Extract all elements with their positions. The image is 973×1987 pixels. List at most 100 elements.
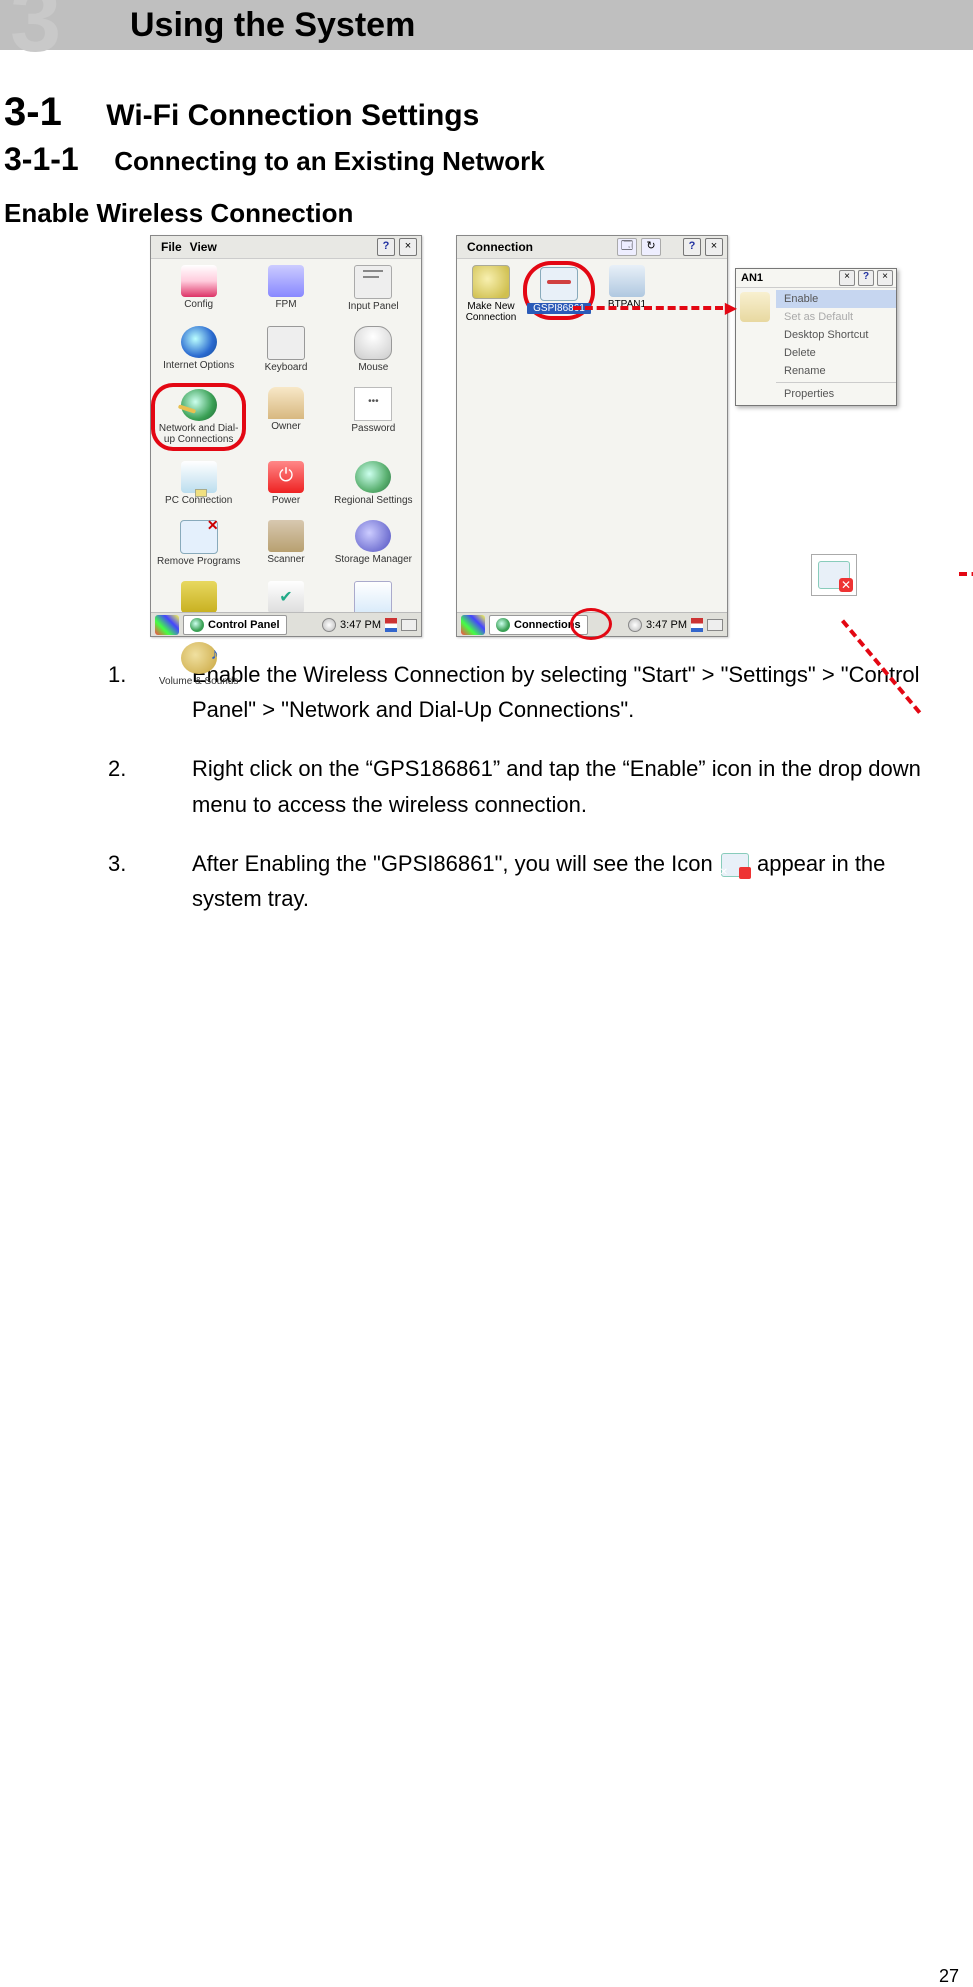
page-number: 27: [939, 1966, 959, 1987]
config-icon: [181, 265, 217, 297]
cp-owner[interactable]: Owner: [242, 387, 329, 447]
cp-label: Mouse: [358, 362, 388, 373]
owner-icon: [268, 387, 304, 419]
scanner-icon: [268, 520, 304, 552]
step-text: Enable the Wireless Connection by select…: [192, 662, 920, 722]
cp-label: Keyboard: [265, 362, 308, 373]
keyboard-icon: [267, 326, 305, 360]
ctx-close-icon[interactable]: ×: [839, 270, 855, 286]
sip-icon[interactable]: [401, 619, 417, 631]
subsection-title: Connecting to an Existing Network: [114, 146, 544, 176]
cp-power[interactable]: Power: [242, 461, 329, 506]
world-icon: [190, 618, 204, 632]
subsection-number: 3-1-1: [4, 141, 79, 177]
ctx-rename[interactable]: Rename: [776, 362, 896, 380]
btpan-icon: [609, 265, 645, 297]
password-icon: [354, 387, 392, 421]
close-icon[interactable]: ×: [399, 238, 417, 256]
subsection-heading: 3-1-1 Connecting to an Existing Network: [0, 141, 973, 178]
taskbar: Control Panel 3:47 PM: [151, 612, 421, 636]
section-number: 3-1: [4, 90, 62, 134]
make-new-connection[interactable]: Make New Connection: [461, 265, 521, 323]
ctx-conn-icon: [740, 292, 770, 322]
cp-storage[interactable]: Storage Manager: [330, 520, 417, 567]
cp-fpm[interactable]: FPM: [242, 265, 329, 312]
network-icon: [181, 389, 217, 421]
help-icon[interactable]: ?: [683, 238, 701, 256]
ctx-close-icon2[interactable]: ×: [877, 270, 893, 286]
cp-label: Storage Manager: [335, 554, 412, 565]
taskbar: Connections 3:47 PM: [457, 612, 727, 636]
toolbar-icon[interactable]: ↻: [641, 238, 661, 256]
task-manager-icon: [354, 581, 392, 615]
btpan-connection[interactable]: BTPAN1: [597, 265, 657, 310]
cp-label: FPM: [275, 299, 296, 310]
clock-icon: [322, 618, 336, 632]
cp-network-dialup[interactable]: Network and Dial-up Connections: [155, 387, 242, 447]
cp-scanner[interactable]: Scanner: [242, 520, 329, 567]
section-heading: 3-1 Wi-Fi Connection Settings: [0, 90, 973, 135]
make-new-icon: [472, 265, 510, 299]
step-number: 2.: [150, 751, 192, 786]
instruction-2: 2.Right click on the “GPS186861” and tap…: [150, 751, 933, 821]
menu-view[interactable]: View: [186, 240, 221, 254]
step-number: 3.: [150, 846, 192, 881]
chapter-number: 3: [10, 0, 55, 73]
system-tray: 3:47 PM: [628, 618, 723, 632]
toolbar-icon[interactable]: 🗔: [617, 238, 637, 256]
system-tray: 3:47 PM: [322, 618, 417, 632]
step-title: Enable Wireless Connection: [0, 198, 973, 229]
cp-label: Regional Settings: [334, 495, 412, 506]
ctx-desktop-shortcut[interactable]: Desktop Shortcut: [776, 326, 896, 344]
gspi-icon: [540, 267, 578, 301]
cp-keyboard[interactable]: Keyboard: [242, 326, 329, 373]
taskbar-button-control-panel[interactable]: Control Panel: [183, 615, 287, 635]
ctx-properties[interactable]: Properties: [776, 382, 896, 403]
help-icon[interactable]: ?: [377, 238, 395, 256]
menu-file[interactable]: File: [157, 240, 186, 254]
cp-label: Remove Programs: [157, 556, 240, 567]
cp-inputpanel[interactable]: Input Panel: [330, 265, 417, 312]
window-title: Connection: [463, 240, 537, 254]
tray-icon-zoom: [811, 554, 857, 596]
chapter-title: Using the System: [130, 6, 415, 45]
tray-time: 3:47 PM: [646, 619, 687, 631]
cp-label: Password: [351, 423, 395, 434]
context-menu: AN1 × ? × Enable Set as Default Desktop …: [735, 268, 897, 406]
cp-mouse[interactable]: Mouse: [330, 326, 417, 373]
clock-icon: [628, 618, 642, 632]
taskbar-label: Control Panel: [208, 619, 280, 631]
start-button[interactable]: [461, 615, 485, 635]
cp-volume[interactable]: Volume & Sounds: [155, 642, 242, 687]
power-icon: [268, 461, 304, 493]
cp-config[interactable]: Config: [155, 265, 242, 312]
arrow-annotation: [959, 572, 973, 576]
sip-icon[interactable]: [707, 619, 723, 631]
cp-label: Volume & Sounds: [159, 676, 239, 687]
wireless-tray-icon: [721, 853, 749, 877]
cp-label: Network and Dial-up Connections: [157, 423, 240, 445]
tray-time: 3:47 PM: [340, 619, 381, 631]
ctx-delete[interactable]: Delete: [776, 344, 896, 362]
ctx-set-default[interactable]: Set as Default: [776, 308, 896, 326]
cp-internet[interactable]: Internet Options: [155, 326, 242, 373]
cp-password[interactable]: Password: [330, 387, 417, 447]
step-text: Right click on the “GPS186861” and tap t…: [192, 756, 921, 816]
cp-remove[interactable]: Remove Programs: [155, 520, 242, 567]
highlight-circle: [570, 608, 612, 640]
input-panel-icon: [354, 265, 392, 299]
pc-connection-icon: [181, 461, 217, 493]
flag-icon: [385, 618, 397, 632]
cp-pcconn[interactable]: PC Connection: [155, 461, 242, 506]
connections-window: Connection 🗔 ↻ ? × Make New Connection G: [456, 235, 728, 637]
internet-options-icon: [181, 326, 217, 358]
menu-bar: File View ? ×: [151, 236, 421, 259]
menu-bar: Connection 🗔 ↻ ? ×: [457, 236, 727, 259]
ctx-enable[interactable]: Enable: [776, 290, 896, 308]
cp-regional[interactable]: Regional Settings: [330, 461, 417, 506]
ctx-help-icon[interactable]: ?: [858, 270, 874, 286]
start-button[interactable]: [155, 615, 179, 635]
close-icon[interactable]: ×: [705, 238, 723, 256]
cp-label: Power: [272, 495, 300, 506]
step-text: After Enabling the "GPSI86861", you will…: [192, 851, 713, 876]
